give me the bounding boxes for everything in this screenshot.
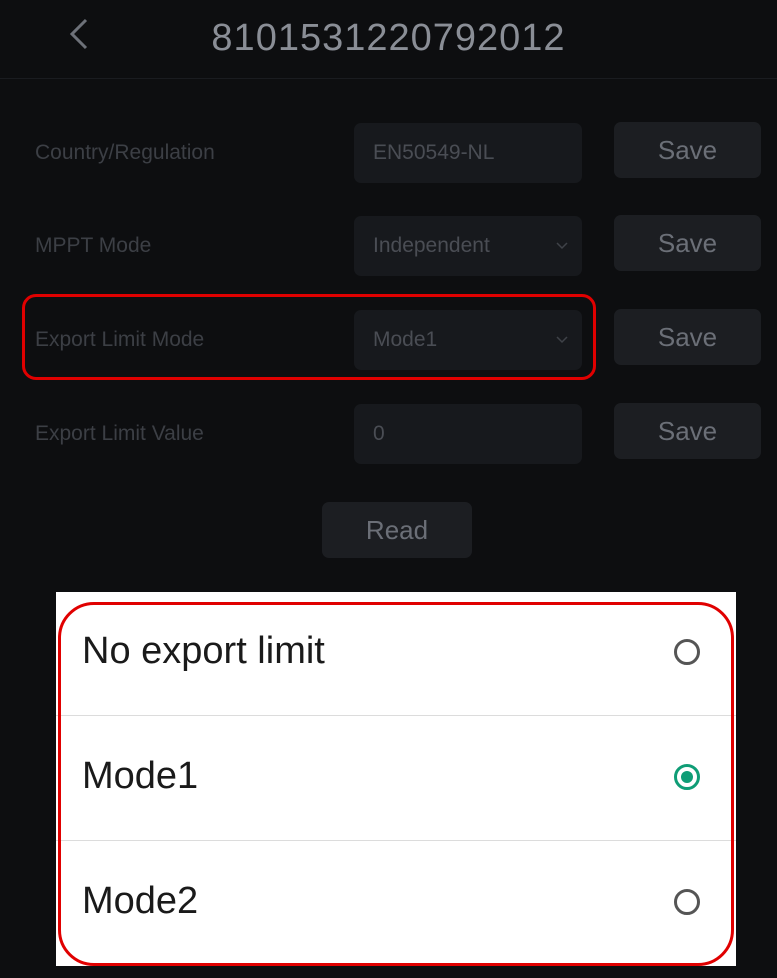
export-limit-mode-highlight xyxy=(22,294,596,380)
save-export-limit-mode-button[interactable]: Save xyxy=(614,309,761,365)
dialog-options-highlight xyxy=(58,602,734,966)
read-button[interactable]: Read xyxy=(322,502,472,558)
mppt-mode-value: Independent xyxy=(373,234,490,257)
country-regulation-label: Country/Regulation xyxy=(35,141,215,164)
chevron-down-icon xyxy=(556,242,568,250)
export-limit-value-text: 0 xyxy=(373,422,385,445)
export-limit-value-input[interactable]: 0 xyxy=(354,404,582,464)
country-regulation-field[interactable]: EN50549-NL xyxy=(354,123,582,183)
save-country-button[interactable]: Save xyxy=(614,122,761,178)
header-bar: 8101531220792012 xyxy=(0,0,777,79)
save-export-limit-value-button[interactable]: Save xyxy=(614,403,761,459)
page-title: 8101531220792012 xyxy=(211,17,566,59)
save-mppt-button[interactable]: Save xyxy=(614,215,761,271)
mppt-mode-select[interactable]: Independent xyxy=(354,216,582,276)
mppt-mode-label: MPPT Mode xyxy=(35,234,152,257)
country-regulation-value: EN50549-NL xyxy=(373,141,495,164)
export-limit-value-label: Export Limit Value xyxy=(35,422,204,445)
